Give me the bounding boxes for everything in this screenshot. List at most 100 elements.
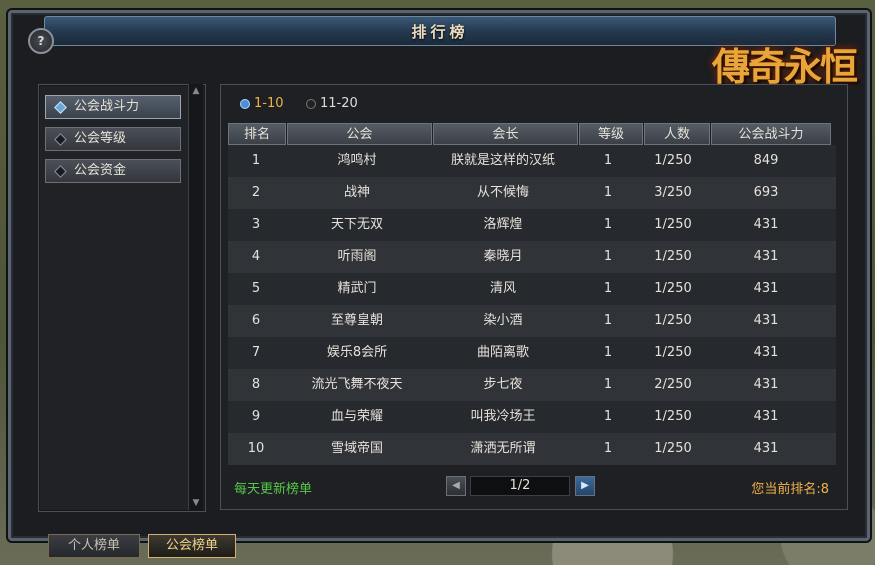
table-cell: 1/250: [654, 441, 692, 456]
table-row[interactable]: 1 鸿鸣村 朕就是这样的汉纸 1 1/250 849: [228, 145, 836, 177]
table-cell: 雪域帝国: [330, 441, 383, 456]
table-cell: 至尊皇朝: [330, 313, 383, 328]
sidebar-item-guild-power[interactable]: 公会战斗力: [45, 95, 181, 119]
table-cell: 天下无双: [330, 217, 383, 232]
column-header-rank: 排名: [228, 123, 286, 145]
table-cell: 1/250: [654, 217, 692, 232]
table-cell: 1: [603, 313, 613, 328]
table-cell: 7: [251, 345, 261, 360]
table-cell: 431: [753, 217, 779, 232]
table-cell: 叫我冷场王: [470, 409, 536, 424]
column-header-leader: 会长: [433, 123, 578, 145]
table-cell: 曲陌离歌: [476, 345, 529, 360]
table-cell: 1: [603, 249, 613, 264]
range-radio-1-10[interactable]: 1-10: [240, 96, 284, 111]
table-row[interactable]: 3 天下无双 洛辉煌 1 1/250 431: [228, 209, 836, 241]
table-cell: 流光飞舞不夜天: [311, 377, 403, 392]
table-cell: 5: [251, 281, 261, 296]
table-cell: 431: [753, 377, 779, 392]
scroll-down-icon[interactable]: ▼: [191, 498, 201, 508]
table-cell: 秦晓月: [483, 249, 523, 264]
table-cell: 431: [753, 409, 779, 424]
tab-personal-ranking[interactable]: 个人榜单: [48, 534, 140, 558]
tab-guild-ranking[interactable]: 公会榜单: [148, 534, 236, 558]
diamond-icon: [54, 165, 67, 178]
sidebar-item-label: 公会等级: [74, 131, 127, 146]
table-cell: 1: [603, 281, 613, 296]
table-cell: 431: [753, 313, 779, 328]
table-cell: 849: [753, 153, 779, 168]
table-cell: 娱乐8会所: [326, 345, 388, 360]
table-cell: 1: [251, 153, 261, 168]
table-cell: 2/250: [654, 377, 692, 392]
table-row[interactable]: 9 血与荣耀 叫我冷场王 1 1/250 431: [228, 401, 836, 433]
table-cell: 2: [251, 185, 261, 200]
table-cell: 洛辉煌: [483, 217, 523, 232]
table-cell: 1/250: [654, 409, 692, 424]
table-cell: 431: [753, 249, 779, 264]
table-cell: 1/250: [654, 281, 692, 296]
chevron-right-icon: ▶: [581, 480, 589, 491]
table-cell: 染小酒: [483, 313, 523, 328]
prev-page-button[interactable]: ◀: [446, 476, 466, 496]
column-header-guild: 公会: [287, 123, 432, 145]
scroll-up-icon[interactable]: ▲: [191, 86, 201, 96]
table-cell: 1: [603, 409, 613, 424]
diamond-icon: [54, 101, 67, 114]
table-cell: 1: [603, 345, 613, 360]
table-cell: 1: [603, 153, 613, 168]
table-cell: 鸿鸣村: [337, 153, 377, 168]
table-header: 排名 公会 会长 等级 人数 公会战斗力: [228, 123, 836, 145]
table-cell: 听雨阁: [337, 249, 377, 264]
table-cell: 清风: [489, 281, 516, 296]
table-cell: 10: [247, 441, 265, 456]
sidebar-item-label: 公会资金: [74, 163, 127, 178]
table-cell: 1: [603, 441, 613, 456]
table-cell: 血与荣耀: [330, 409, 383, 424]
table-cell: 1/250: [654, 345, 692, 360]
category-sidebar: 公会战斗力 公会等级 公会资金: [38, 84, 206, 512]
table-cell: 战神: [343, 185, 370, 200]
table-cell: 431: [753, 441, 779, 456]
table-cell: 精武门: [337, 281, 377, 296]
table-cell: 1/250: [654, 153, 692, 168]
table-cell: 1/250: [654, 249, 692, 264]
chevron-left-icon: ◀: [452, 480, 460, 491]
radio-label: 11-20: [320, 96, 358, 111]
table-cell: 步七夜: [483, 377, 523, 392]
range-radio-11-20[interactable]: 11-20: [306, 96, 358, 111]
table-row[interactable]: 2 战神 从不候悔 1 3/250 693: [228, 177, 836, 209]
table-cell: 431: [753, 345, 779, 360]
update-note: 每天更新榜单: [234, 482, 313, 497]
table-row[interactable]: 5 精武门 清风 1 1/250 431: [228, 273, 836, 305]
table-row[interactable]: 6 至尊皇朝 染小酒 1 1/250 431: [228, 305, 836, 337]
table-cell: 6: [251, 313, 261, 328]
table-cell: 8: [251, 377, 261, 392]
table-cell: 9: [251, 409, 261, 424]
table-row[interactable]: 7 娱乐8会所 曲陌离歌 1 1/250 431: [228, 337, 836, 369]
table-cell: 4: [251, 249, 261, 264]
table-cell: 693: [753, 185, 779, 200]
table-cell: 潇洒无所谓: [470, 441, 536, 456]
sidebar-scrollbar[interactable]: ▲ ▼: [188, 84, 203, 510]
table-cell: 1: [603, 217, 613, 232]
column-header-level: 等级: [579, 123, 643, 145]
sidebar-item-guild-funds[interactable]: 公会资金: [45, 159, 181, 183]
page-indicator: 1/2: [470, 476, 570, 496]
table-cell: 1: [603, 185, 613, 200]
next-page-button[interactable]: ▶: [575, 476, 595, 496]
sidebar-item-guild-level[interactable]: 公会等级: [45, 127, 181, 151]
table-row[interactable]: 4 听雨阁 秦晓月 1 1/250 431: [228, 241, 836, 273]
table-cell: 3/250: [654, 185, 692, 200]
table-cell: 431: [753, 281, 779, 296]
table-row[interactable]: 8 流光飞舞不夜天 步七夜 1 2/250 431: [228, 369, 836, 401]
radio-icon: [240, 98, 250, 109]
table-cell: 朕就是这样的汉纸: [450, 153, 555, 168]
table-cell: 3: [251, 217, 261, 232]
table-row[interactable]: 10 雪域帝国 潇洒无所谓 1 1/250 431: [228, 433, 836, 465]
table-cell: 从不候悔: [476, 185, 529, 200]
radio-label: 1-10: [254, 96, 284, 111]
diamond-icon: [54, 133, 67, 146]
help-button[interactable]: ?: [28, 28, 54, 54]
my-rank-text: 您当前排名:8: [751, 482, 829, 497]
